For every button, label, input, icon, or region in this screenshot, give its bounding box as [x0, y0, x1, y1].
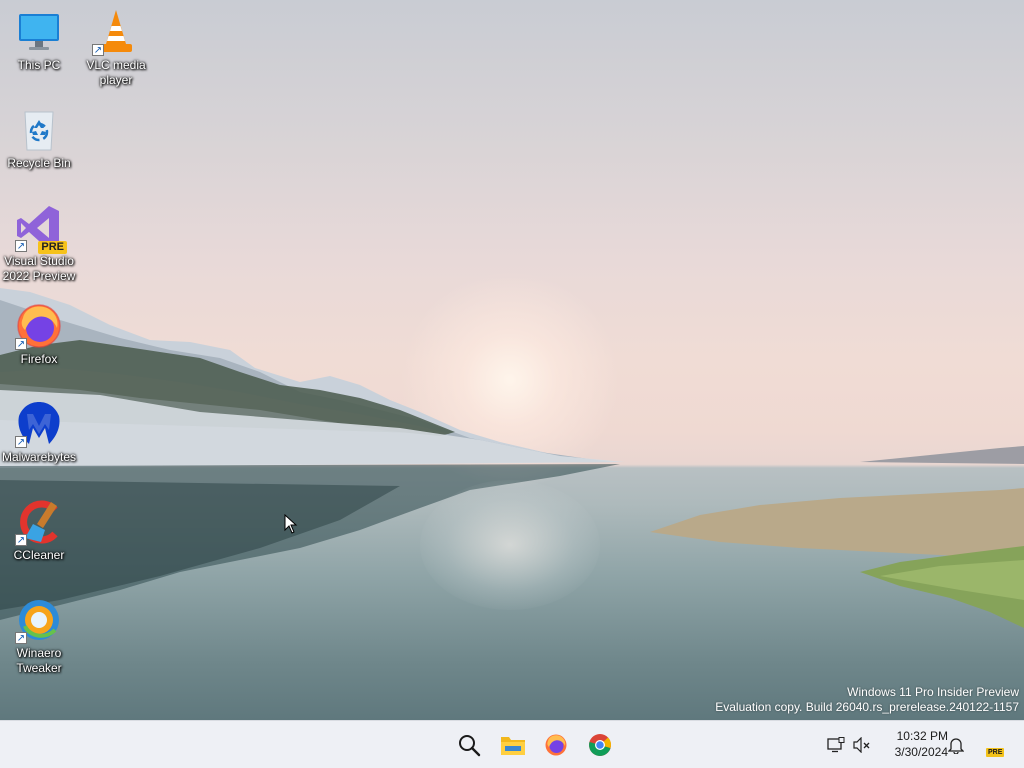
firefox-icon: ↗: [15, 302, 63, 350]
monitor-icon: [15, 8, 63, 56]
mouse-cursor-icon: [284, 514, 298, 534]
shortcut-arrow-icon: ↗: [92, 44, 104, 56]
shortcut-arrow-icon: ↗: [15, 534, 27, 546]
desktop-icon-visual-studio[interactable]: PRE ↗ Visual Studio 2022 Preview: [0, 204, 78, 284]
notification-center-button[interactable]: [946, 735, 966, 755]
tray-network-button[interactable]: [826, 735, 846, 755]
desktop-icon-recycle-bin[interactable]: Recycle Bin: [0, 106, 78, 171]
desktop-icon-malwarebytes[interactable]: ↗ Malwarebytes: [0, 400, 78, 465]
desktop-icon-label: Recycle Bin: [7, 156, 71, 170]
taskbar-file-explorer-button[interactable]: [493, 725, 533, 765]
taskbar-chrome-button[interactable]: [580, 725, 620, 765]
desktop-icon-this-pc[interactable]: This PC: [0, 8, 78, 73]
bell-icon: [948, 738, 964, 754]
taskbar-firefox-button[interactable]: [536, 725, 576, 765]
desktop-icon-label: Winaero Tweaker: [16, 646, 62, 675]
taskbar-search-button[interactable]: [449, 725, 489, 765]
desktop-icon-label: CCleaner: [13, 548, 65, 562]
firefox-icon: [545, 734, 567, 756]
malwarebytes-icon: ↗: [15, 400, 63, 448]
desktop-icon-label: This PC: [17, 58, 61, 72]
clock-date: 3/30/2024: [894, 745, 948, 759]
recycle-bin-icon: [15, 106, 63, 154]
shortcut-arrow-icon: ↗: [15, 240, 27, 252]
ccleaner-icon: ↗: [15, 498, 63, 546]
desktop-icon-label: Malwarebytes: [1, 450, 77, 464]
wallpaper-sun-reflection: [420, 480, 600, 610]
file-explorer-icon: [501, 737, 525, 755]
chrome-icon: [589, 734, 611, 756]
desktop-icon-vlc[interactable]: ↗ VLC media player: [77, 8, 155, 88]
taskbar-clock[interactable]: 10:32 PM 3/30/2024: [878, 728, 948, 760]
clock-time: 10:32 PM: [896, 729, 948, 743]
winaero-tweaker-icon: ↗: [15, 596, 63, 644]
desktop-icon-ccleaner[interactable]: ↗ CCleaner: [0, 498, 78, 563]
insider-pre-badge: PRE: [986, 748, 1005, 757]
shortcut-arrow-icon: ↗: [15, 436, 27, 448]
build-watermark: Windows 11 Pro Insider Preview Evaluatio…: [715, 685, 1019, 715]
desktop-icon-firefox[interactable]: ↗ Firefox: [0, 302, 78, 367]
preview-badge: PRE: [38, 241, 67, 254]
watermark-build: Evaluation copy. Build 26040.rs_prerelea…: [715, 700, 1019, 714]
wallpaper-landscape: [0, 288, 1024, 628]
shortcut-arrow-icon: ↗: [15, 632, 27, 644]
desktop-wallpaper: [0, 0, 1024, 720]
search-icon: [459, 735, 481, 757]
volume-muted-icon: [853, 737, 870, 753]
watermark-edition: Windows 11 Pro Insider Preview: [847, 685, 1019, 699]
vlc-cone-icon: ↗: [92, 8, 140, 56]
desktop-icon-label: Visual Studio 2022 Preview: [2, 254, 76, 283]
visual-studio-icon: PRE ↗: [15, 204, 67, 254]
desktop-icon-label: VLC media player: [86, 58, 146, 87]
shortcut-arrow-icon: ↗: [15, 338, 27, 350]
network-icon: [827, 737, 845, 753]
taskbar: 10:32 PM 3/30/2024 PRE: [0, 720, 1024, 768]
desktop-icon-label: Firefox: [20, 352, 58, 366]
desktop-icon-winaero-tweaker[interactable]: ↗ Winaero Tweaker: [0, 596, 78, 676]
tray-volume-button[interactable]: [852, 735, 872, 755]
